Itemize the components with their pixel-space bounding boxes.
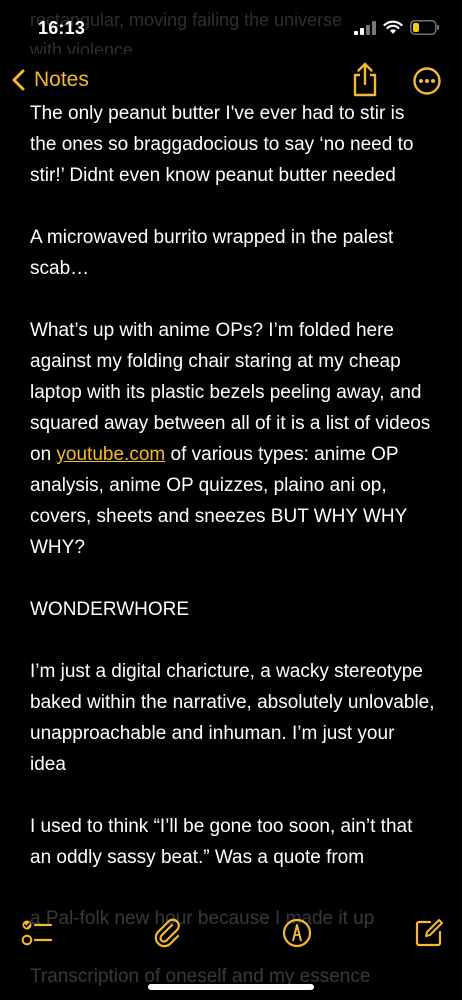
ghost-text-bottom-line1: a Pal-folk new hour because I made it up (30, 908, 375, 929)
back-button[interactable]: Notes (8, 62, 89, 98)
note-paragraph-2: A microwaved burrito wrapped in the pale… (30, 227, 394, 279)
chevron-left-icon (12, 69, 25, 91)
status-bar: 16:13 rectangular, moving failing the un… (0, 0, 462, 60)
home-indicator[interactable] (148, 984, 314, 990)
share-button[interactable] (350, 60, 380, 98)
share-icon (353, 62, 377, 97)
wifi-icon (383, 20, 403, 34)
ellipsis-circle-icon (413, 67, 441, 95)
markup-button[interactable] (280, 916, 314, 950)
note-paragraph-4: WONDERWHORE (30, 599, 190, 620)
compose-button[interactable] (412, 916, 446, 950)
nav-bar: Notes (0, 54, 462, 104)
note-paragraph-1: The only peanut butter I've ever had to … (30, 103, 414, 186)
status-icons (354, 20, 440, 35)
checklist-button[interactable] (20, 916, 54, 950)
back-label: Notes (34, 68, 89, 91)
markup-pen-icon (282, 918, 312, 948)
battery-icon (410, 20, 439, 35)
more-button[interactable] (412, 66, 442, 96)
cellular-signal-icon (354, 20, 376, 35)
note-paragraph-3: What’s up with anime OPs? I’m folded her… (30, 315, 435, 563)
note-body[interactable]: The only peanut butter I've ever had to … (30, 98, 435, 904)
paperclip-icon (154, 918, 180, 948)
youtube-link[interactable]: youtube.com (56, 444, 165, 465)
compose-icon (415, 919, 443, 947)
status-time: 16:13 (38, 18, 86, 38)
note-paragraph-6: I used to think “I’ll be gone too soon, … (30, 816, 413, 868)
checklist-icon (21, 920, 53, 946)
note-paragraph-5: I’m just a digital charicture, a wacky s… (30, 661, 435, 775)
attachment-button[interactable] (150, 916, 184, 950)
